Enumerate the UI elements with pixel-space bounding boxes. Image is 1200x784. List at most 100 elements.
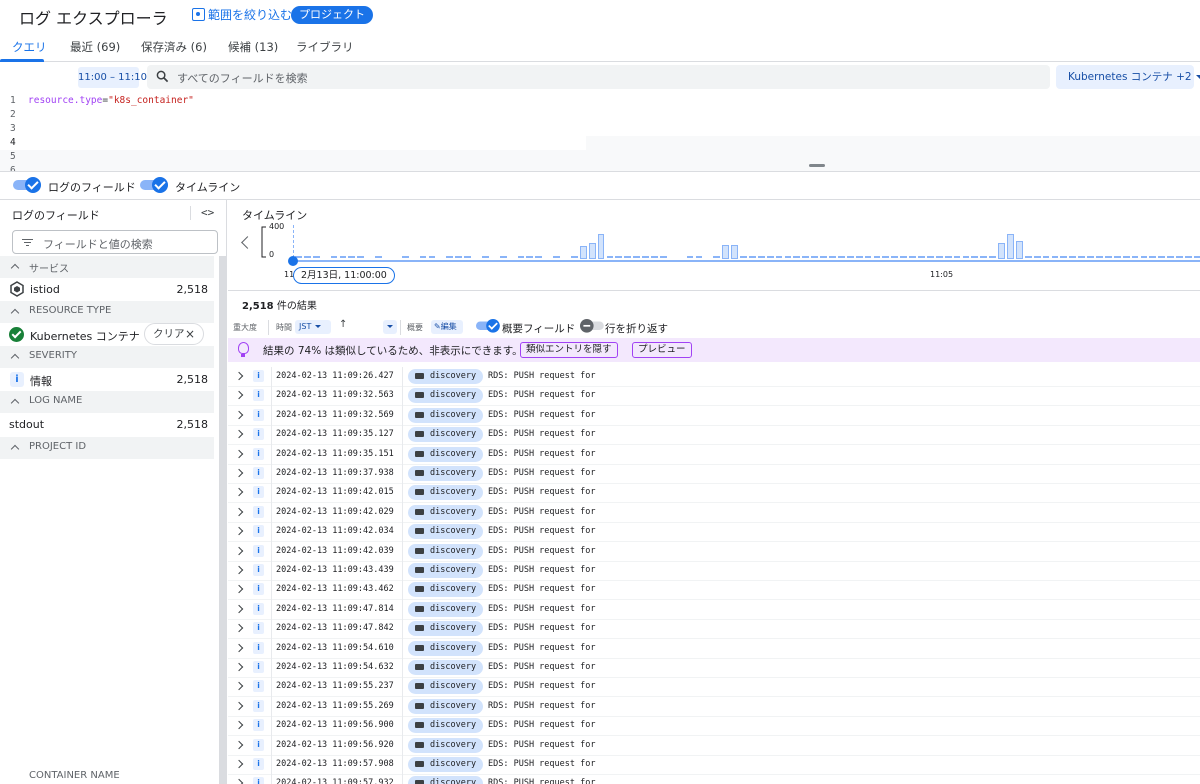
log-entry-row[interactable]: i 2024-02-13 11:09:54.610 discovery EDS: PU… bbox=[228, 639, 1200, 659]
tab-saved[interactable]: 保存済み (6) bbox=[141, 39, 207, 55]
timeline-bucket-empty[interactable] bbox=[793, 256, 801, 258]
timeline-bucket-empty[interactable] bbox=[1096, 256, 1103, 258]
code-toggle-icon[interactable]: <> bbox=[201, 206, 214, 219]
log-entry-row[interactable]: i 2024-02-13 11:09:32.569 discovery EDS: PU… bbox=[228, 406, 1200, 426]
timeline-bucket-empty[interactable] bbox=[1122, 256, 1130, 258]
log-source-chip[interactable]: discovery bbox=[408, 660, 483, 675]
section-severity[interactable]: SEVERITY bbox=[0, 346, 214, 368]
refine-scope-button[interactable]: 範囲を絞り込む bbox=[192, 6, 292, 23]
timeline-bucket-empty[interactable] bbox=[348, 256, 356, 258]
timeline-cursor-handle[interactable] bbox=[288, 256, 298, 266]
timeline-bucket-empty[interactable] bbox=[339, 256, 347, 258]
timeline-bar[interactable] bbox=[1015, 240, 1023, 259]
timeline-bucket-empty[interactable] bbox=[419, 256, 427, 258]
log-entry-row[interactable]: i 2024-02-13 11:09:37.938 discovery EDS: PU… bbox=[228, 464, 1200, 484]
timeline-bucket-empty[interactable] bbox=[428, 256, 436, 258]
timeline-bucket-empty[interactable] bbox=[446, 256, 454, 258]
timeline-bucket-empty[interactable] bbox=[1078, 256, 1086, 258]
timeline-bucket-empty[interactable] bbox=[606, 256, 614, 258]
log-entry-row[interactable]: i 2024-02-13 11:09:32.563 discovery EDS: PU… bbox=[228, 386, 1200, 407]
tab-recent[interactable]: 最近 (69) bbox=[70, 39, 120, 55]
timeline-bar[interactable] bbox=[588, 243, 596, 259]
timeline-toggle[interactable] bbox=[140, 177, 168, 193]
timeline-bucket-empty[interactable] bbox=[748, 256, 756, 258]
timeline-bucket-empty[interactable] bbox=[464, 256, 471, 258]
timeline-bucket-empty[interactable] bbox=[1113, 256, 1121, 258]
section-service[interactable]: サービス bbox=[0, 256, 214, 278]
timeline-bucket-empty[interactable] bbox=[811, 256, 819, 258]
timeline-bar[interactable] bbox=[597, 234, 605, 259]
chevron-right-icon[interactable] bbox=[234, 779, 244, 784]
timeline-bucket-empty[interactable] bbox=[980, 256, 988, 258]
timeline-bucket-empty[interactable] bbox=[900, 256, 908, 258]
timeline-bucket-empty[interactable] bbox=[615, 256, 623, 258]
log-source-chip[interactable]: discovery bbox=[408, 427, 483, 443]
timeline-bucket-empty[interactable] bbox=[909, 256, 916, 258]
timeline-bucket-empty[interactable] bbox=[891, 256, 899, 258]
sort-ascending-icon[interactable]: ↑ bbox=[339, 319, 347, 330]
chevron-right-icon[interactable] bbox=[234, 604, 244, 614]
timeline-bucket-empty[interactable] bbox=[971, 256, 979, 258]
log-source-chip[interactable]: discovery bbox=[408, 407, 483, 423]
chevron-right-icon[interactable] bbox=[234, 410, 244, 420]
query-line[interactable]: resource.type="k8s_container" bbox=[28, 95, 194, 106]
field-item-stdout[interactable]: stdout 2,518 bbox=[0, 414, 214, 436]
log-entry-row[interactable]: i 2024-02-13 11:09:55.237 discovery EDS: PU… bbox=[228, 677, 1200, 698]
log-entry-row[interactable]: i 2024-02-13 11:09:43.462 discovery EDS: PU… bbox=[228, 580, 1200, 601]
log-entry-row[interactable]: i 2024-02-13 11:09:42.034 discovery EDS: PU… bbox=[228, 522, 1200, 543]
timeline-bar[interactable] bbox=[1007, 234, 1014, 259]
log-entry-row[interactable]: i 2024-02-13 11:09:56.920 discovery EDS: PU… bbox=[228, 736, 1200, 756]
chevron-right-icon[interactable] bbox=[234, 507, 244, 517]
section-container-name[interactable]: CONTAINER NAME bbox=[0, 770, 227, 781]
timeline-bucket-empty[interactable] bbox=[962, 256, 970, 258]
chevron-right-icon[interactable] bbox=[234, 623, 244, 633]
log-entry-row[interactable]: i 2024-02-13 11:09:57.908 discovery EDS: PU… bbox=[228, 755, 1200, 775]
timeline-bucket-empty[interactable] bbox=[695, 256, 703, 258]
timeline-bucket-empty[interactable] bbox=[553, 256, 560, 258]
chevron-right-icon[interactable] bbox=[234, 759, 244, 769]
timeline-bucket-empty[interactable] bbox=[802, 256, 810, 258]
log-entry-row[interactable]: i 2024-02-13 11:09:43.439 discovery EDS: PU… bbox=[228, 561, 1200, 581]
chevron-right-icon[interactable] bbox=[234, 701, 244, 711]
timeline-bucket-empty[interactable] bbox=[1131, 256, 1139, 258]
log-source-chip[interactable]: discovery bbox=[408, 446, 483, 462]
summary-fields-toggle[interactable] bbox=[476, 319, 500, 333]
timeline-bar[interactable] bbox=[579, 245, 587, 259]
chevron-right-icon[interactable] bbox=[234, 682, 244, 691]
timeline-bucket-empty[interactable] bbox=[659, 256, 667, 258]
section-project-id[interactable]: PROJECT ID bbox=[0, 437, 214, 459]
chevron-right-icon[interactable] bbox=[234, 468, 244, 478]
timeline-bucket-empty[interactable] bbox=[1158, 256, 1166, 258]
wrap-lines-toggle[interactable] bbox=[580, 319, 604, 333]
log-entry-row[interactable]: i 2024-02-13 11:09:55.269 discovery RDS: PU… bbox=[228, 697, 1200, 717]
timeline-bucket-empty[interactable] bbox=[642, 256, 649, 258]
chevron-right-icon[interactable] bbox=[234, 526, 244, 536]
log-source-chip[interactable]: discovery bbox=[408, 369, 483, 384]
timeline-bucket-empty[interactable] bbox=[375, 256, 382, 258]
edit-summary-button[interactable]: ✎編集 bbox=[431, 320, 463, 334]
timeline-bucket-empty[interactable] bbox=[401, 256, 409, 258]
timeline-bucket-empty[interactable] bbox=[624, 256, 632, 258]
log-source-chip[interactable]: discovery bbox=[408, 679, 483, 695]
timeline-bucket-empty[interactable] bbox=[357, 256, 365, 258]
timeline-bucket-empty[interactable] bbox=[1176, 256, 1183, 258]
timeline-bucket-empty[interactable] bbox=[1087, 256, 1094, 258]
chevron-right-icon[interactable] bbox=[234, 391, 244, 400]
timeline-bucket-empty[interactable] bbox=[517, 256, 525, 258]
timeline-bucket-empty[interactable] bbox=[1024, 256, 1032, 258]
chevron-right-icon[interactable] bbox=[234, 429, 244, 439]
scrollbar[interactable] bbox=[219, 256, 226, 784]
clear-filter-button[interactable]: クリア × bbox=[144, 323, 204, 345]
timeline-bucket-empty[interactable] bbox=[633, 256, 641, 258]
timeline-bucket-empty[interactable] bbox=[481, 256, 489, 258]
timeline-bucket-empty[interactable] bbox=[740, 256, 747, 258]
editor-resize-handle[interactable] bbox=[809, 164, 825, 167]
tab-library[interactable]: ライブラリ bbox=[296, 39, 354, 55]
section-resource-type[interactable]: RESOURCE TYPE bbox=[0, 301, 214, 323]
log-source-chip[interactable]: discovery bbox=[408, 640, 483, 656]
log-source-chip[interactable]: discovery bbox=[408, 543, 483, 559]
timeline-bucket-empty[interactable] bbox=[944, 256, 952, 258]
severity-column-header[interactable]: 重大度 bbox=[233, 322, 257, 333]
timeline-bucket-empty[interactable] bbox=[882, 256, 890, 258]
log-entry-row[interactable]: i 2024-02-13 11:09:47.814 discovery EDS: PU… bbox=[228, 600, 1200, 620]
